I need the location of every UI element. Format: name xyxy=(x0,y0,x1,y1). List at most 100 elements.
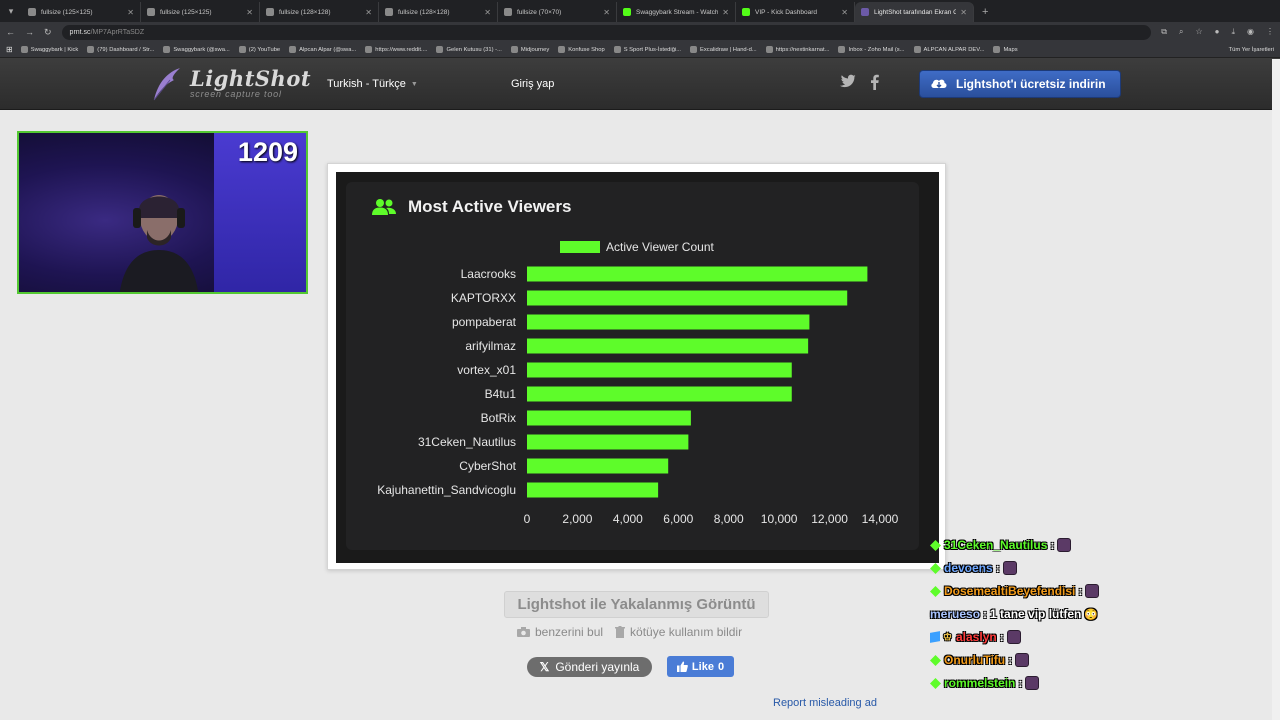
chat-username[interactable]: devoens xyxy=(944,561,993,575)
bookmark-item[interactable]: https://nextinkarnat... xyxy=(765,46,829,53)
x-tick-label: 6,000 xyxy=(663,512,693,526)
chat-emote-icon xyxy=(1015,653,1030,667)
chart-bar[interactable] xyxy=(527,314,810,330)
back-icon[interactable]: ← xyxy=(6,27,15,37)
download-button[interactable]: Lightshot'ı ücretsiz indirin xyxy=(919,70,1121,98)
tab-close-icon[interactable]: ✕ xyxy=(960,8,967,17)
facebook-like-button[interactable]: Like 0 xyxy=(667,656,734,677)
browser-tab[interactable]: LightShot tarafından Ekran Gör ✕ xyxy=(855,2,974,22)
bookmark-item[interactable]: (2) YouTube xyxy=(238,46,281,53)
chat-username[interactable]: 31Ceken_Nautilus xyxy=(944,538,1047,552)
bookmark-item[interactable]: Swaggybark | Kick xyxy=(20,46,78,53)
chart-bar[interactable] xyxy=(527,410,691,426)
menu-icon[interactable]: ⋮ xyxy=(1266,27,1274,37)
like-label: Like xyxy=(691,660,714,673)
all-bookmarks[interactable]: Tüm Yer İşaretleri xyxy=(1229,47,1274,53)
chart-bar[interactable] xyxy=(527,434,689,450)
tab-favicon-icon xyxy=(28,8,36,16)
extension-icon[interactable]: ● xyxy=(1215,27,1220,37)
browser-tab[interactable]: fullsize (128×128) ✕ xyxy=(379,2,498,22)
tab-close-icon[interactable]: ✕ xyxy=(127,8,134,17)
bookmark-favicon-icon xyxy=(913,46,921,53)
download-icon[interactable]: ⤓ xyxy=(1231,27,1235,37)
bookmark-item[interactable]: Konfuse Shop xyxy=(558,46,605,53)
chart-bar[interactable] xyxy=(527,458,669,474)
tab-close-icon[interactable]: ✕ xyxy=(722,8,729,17)
bookmark-favicon-icon xyxy=(163,46,171,53)
chart-bar[interactable] xyxy=(527,338,809,354)
bookmark-item[interactable]: Maps xyxy=(993,46,1018,53)
bookmark-item[interactable]: S Sport Plus-İstediği... xyxy=(613,46,681,53)
zoom-icon[interactable]: ⌕ xyxy=(1179,27,1183,37)
bookmark-list: Swaggybark | Kick (79) Dashboard / Str...… xyxy=(20,46,1018,53)
chat-username[interactable]: rommelstein xyxy=(944,676,1015,690)
new-tab-icon[interactable]: + xyxy=(974,2,996,22)
emoji-icon: 😳 xyxy=(1084,608,1099,621)
bookmark-label: (2) YouTube xyxy=(248,46,281,53)
chart-bar[interactable] xyxy=(527,290,848,306)
chat-emote-icon xyxy=(1057,538,1072,552)
chat-separator: : xyxy=(1018,676,1023,690)
screenshot-frame: Active Viewer Count Laacrooks KAPTORXX pomp… xyxy=(327,163,946,570)
chat-separator: : xyxy=(1078,584,1083,598)
bookmark-item[interactable]: Excalidraw | Hand-d... xyxy=(690,46,757,53)
category-label: pompaberat xyxy=(452,315,517,329)
subscriber-badge-icon xyxy=(930,654,941,666)
report-ad-link[interactable]: Report misleading ad xyxy=(773,697,877,709)
chart-bar[interactable] xyxy=(527,386,792,402)
chart-bar[interactable] xyxy=(527,482,659,498)
x-logo-icon: 𝕏 xyxy=(539,660,550,674)
login-link[interactable]: Giriş yap xyxy=(511,78,554,90)
bookmark-item[interactable]: Alpcan Alpar (@swa... xyxy=(289,46,356,53)
tab-close-icon[interactable]: ✕ xyxy=(484,8,491,17)
chart-bar[interactable] xyxy=(527,362,792,378)
facebook-icon[interactable] xyxy=(870,74,879,90)
find-similar-link[interactable]: benzerini bul xyxy=(517,625,603,639)
address-bar[interactable]: prnt.sc/MP7AprRTaSDZ xyxy=(61,24,1152,40)
bookmark-item[interactable]: Swaggybark (@swa... xyxy=(163,46,230,53)
bookmark-item[interactable]: https://www.reddit.... xyxy=(365,46,427,53)
tab-close-icon[interactable]: ✕ xyxy=(603,8,610,17)
browser-tab[interactable]: fullsize (70×70) ✕ xyxy=(498,2,617,22)
bookmark-item[interactable]: ALPCAN ALPAR DEV... xyxy=(913,46,985,53)
bookmark-item[interactable]: (79) Dashboard / Str... xyxy=(87,46,154,53)
bookmark-label: ALPCAN ALPAR DEV... xyxy=(923,46,985,53)
like-count: 0 xyxy=(717,660,725,673)
tab-close-icon[interactable]: ✕ xyxy=(246,8,253,17)
language-selector[interactable]: Turkish - Türkçe ▼ xyxy=(327,78,418,90)
install-icon[interactable]: ⧉ xyxy=(1161,27,1167,37)
browser-tab[interactable]: Swaggybark Stream - Watch Liv✕ xyxy=(617,2,736,22)
bookmark-item[interactable]: Midjourney xyxy=(510,46,549,53)
x-tick-label: 0 xyxy=(524,512,531,526)
chat-username[interactable]: merueso xyxy=(930,607,980,621)
chat-separator: : xyxy=(983,607,988,621)
browser-tab[interactable]: VIP - Kick Dashboard ✕ xyxy=(736,2,855,22)
tweet-button[interactable]: 𝕏 Gönderi yayınla xyxy=(527,657,652,677)
bookmark-item[interactable]: Inbox - Zoho Mail (s... xyxy=(838,46,905,53)
chat-username[interactable]: DosemealtiBeyefendisi xyxy=(944,584,1075,598)
profile-icon[interactable]: ◉ xyxy=(1247,27,1254,37)
browser-tab[interactable]: fullsize (125×125) ✕ xyxy=(22,2,141,22)
bookmark-item[interactable]: Gelen Kutusu (31) -... xyxy=(436,46,502,53)
tab-favicon-icon xyxy=(742,8,750,16)
chart-bar[interactable] xyxy=(527,266,868,282)
chat-username[interactable]: OnurluTifu xyxy=(944,653,1005,667)
browser-tab[interactable]: fullsize (125×125) ✕ xyxy=(141,2,260,22)
report-abuse-link[interactable]: kötüye kullanım bildir xyxy=(615,625,742,639)
reload-icon[interactable]: ↻ xyxy=(44,27,52,38)
star-icon[interactable]: ☆ xyxy=(1195,27,1202,37)
subscriber-badge-icon xyxy=(930,677,941,689)
tab-search-icon[interactable]: ▾ xyxy=(0,0,22,22)
tab-close-icon[interactable]: ✕ xyxy=(841,8,848,17)
apps-icon[interactable]: ⊞ xyxy=(6,45,13,54)
page-scrollbar[interactable] xyxy=(1272,59,1280,720)
lightshot-logo[interactable]: LightShot screen capture tool xyxy=(150,66,311,102)
browser-tab[interactable]: fullsize (128×128) ✕ xyxy=(260,2,379,22)
chat-username[interactable]: alaslyn xyxy=(956,630,997,644)
tab-close-icon[interactable]: ✕ xyxy=(365,8,372,17)
twitter-icon[interactable] xyxy=(840,74,856,88)
category-label: vortex_x01 xyxy=(457,363,516,377)
forward-icon[interactable]: → xyxy=(25,27,34,37)
legend-swatch[interactable] xyxy=(560,241,600,253)
bookmark-label: Swaggybark (@swa... xyxy=(173,46,230,53)
